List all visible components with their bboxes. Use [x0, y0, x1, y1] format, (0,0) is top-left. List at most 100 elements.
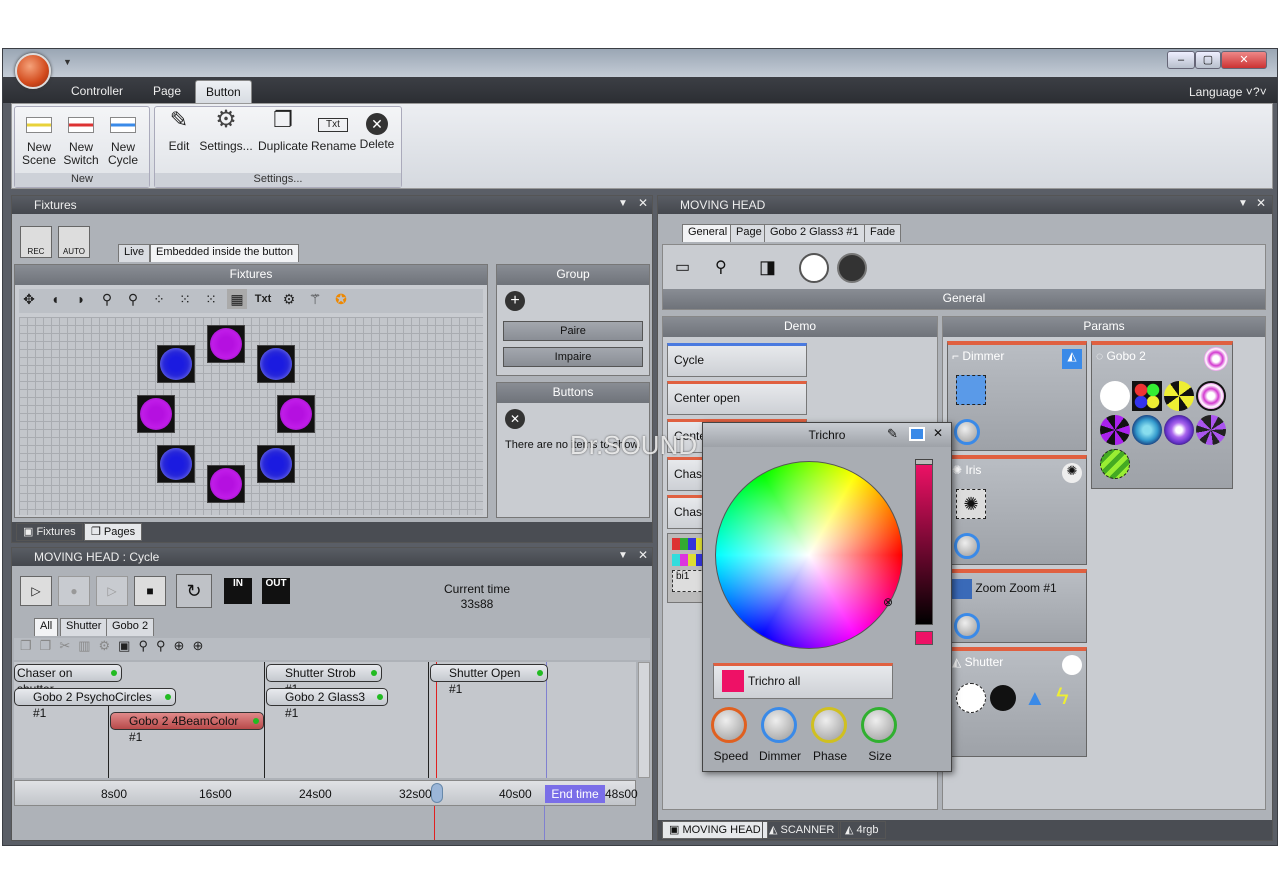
gobo-4beam[interactable]	[1132, 381, 1162, 411]
new-scene-button[interactable]: New Scene	[21, 113, 57, 167]
add-group-icon[interactable]: +	[505, 291, 525, 311]
panel-close-icon[interactable]: ✕	[1256, 196, 1266, 210]
end-time-marker[interactable]: End time	[545, 785, 605, 803]
gobo-flower[interactable]	[1132, 415, 1162, 445]
track-gobo-glass3[interactable]: Gobo 2 Glass3 #1	[266, 688, 388, 720]
trash-icon[interactable]: ▥	[78, 638, 98, 653]
iris-value[interactable]: ✺	[956, 489, 986, 519]
duplicate-button[interactable]: ❐ Duplicate	[257, 109, 309, 153]
tab-embedded[interactable]: Embedded inside the button	[150, 244, 299, 262]
tab-shutter[interactable]: Shutter	[60, 618, 108, 636]
remove-button-icon[interactable]: ✕	[505, 409, 525, 429]
add-track-icon[interactable]: ⊕	[174, 638, 193, 653]
track-shutter-strob[interactable]: Shutter Strob #1	[266, 664, 382, 696]
gobo-swirl[interactable]	[1164, 415, 1194, 445]
track-chaser-on-shutter[interactable]: Chaser on shutter	[14, 664, 122, 696]
rec-button[interactable]: REC	[20, 226, 52, 258]
rename-button[interactable]: Txt Rename	[311, 113, 356, 153]
play-button[interactable]: ▷	[20, 576, 52, 606]
grid-dots-icon[interactable]: ⁙	[175, 289, 195, 309]
gobo-burst[interactable]	[1100, 415, 1130, 445]
tab-gobo2[interactable]: Gobo 2	[106, 618, 155, 636]
tab-all[interactable]: All	[34, 618, 59, 636]
zoom-out-icon[interactable]: ⚲	[156, 638, 174, 653]
param-gobo2[interactable]: ◌ Gobo 2	[1091, 341, 1233, 489]
track-shutter-open[interactable]: Shutter Open #1	[430, 664, 548, 696]
playhead-handle[interactable]	[431, 783, 443, 803]
fixture-7[interactable]	[207, 465, 245, 503]
stop-button[interactable]: ■	[134, 576, 166, 606]
in-button[interactable]: IN	[224, 578, 252, 604]
gobo-glass3[interactable]	[1100, 449, 1130, 479]
tab-general[interactable]: General	[682, 224, 734, 242]
layout-icon[interactable]: ◨	[759, 257, 781, 279]
play-from-button[interactable]: ▷	[96, 576, 128, 606]
tab-fade[interactable]: Fade	[864, 224, 902, 242]
color-wheel[interactable]	[715, 461, 903, 649]
search-icon[interactable]: ⚲	[715, 257, 737, 279]
edit-button[interactable]: ✎ Edit	[163, 109, 195, 153]
move-icon[interactable]: ✥	[19, 289, 39, 309]
magic-wand-icon[interactable]: ⚚	[305, 289, 325, 309]
param-dimmer[interactable]: ⌐ Dimmer ◭	[947, 341, 1087, 451]
gear-icon[interactable]: ⚙	[279, 289, 299, 309]
settings-button[interactable]: ⚙ Settings...	[199, 108, 253, 153]
bottom-tab-pages[interactable]: ❐ Pages	[84, 523, 143, 541]
maximize-button[interactable]: ▢	[1195, 51, 1221, 69]
white-circle-button[interactable]	[799, 253, 829, 283]
group-impaire[interactable]: Impaire	[503, 347, 643, 367]
pin-icon[interactable]: ✎	[887, 426, 898, 442]
fixture-5[interactable]	[277, 395, 315, 433]
color-picker-cursor[interactable]: ⊗	[883, 595, 893, 609]
trichro-all-button[interactable]: Trichro all	[713, 663, 893, 699]
copy-icon[interactable]: ❐	[20, 638, 40, 653]
grid-dots-light-icon[interactable]: ⁙	[201, 289, 221, 309]
trichro-close-icon[interactable]: ✕	[933, 426, 943, 440]
shutter-closed[interactable]	[990, 685, 1016, 711]
close-window-button[interactable]: ✕	[1221, 51, 1267, 69]
status-tab-4rgb[interactable]: ◭ 4rgb	[838, 821, 886, 839]
panel-close-icon[interactable]: ✕	[638, 548, 648, 562]
gobo-spiral[interactable]	[1164, 381, 1194, 411]
window-mode-icon[interactable]	[909, 427, 925, 441]
shutter-strobe-icon[interactable]: ▲	[1024, 685, 1046, 711]
record-button[interactable]: ●	[58, 576, 90, 606]
tab-page[interactable]: Page	[730, 224, 768, 242]
brightness-slider[interactable]	[915, 463, 933, 625]
phase-knob[interactable]	[811, 707, 847, 743]
tab-controller[interactable]: Controller	[61, 80, 133, 103]
fixture-4[interactable]	[137, 395, 175, 433]
gear-icon[interactable]: ⚙	[99, 638, 119, 653]
gobo-psychocircles[interactable]	[1196, 381, 1226, 411]
speed-knob[interactable]	[711, 707, 747, 743]
group-dots-icon[interactable]: ⁘	[149, 289, 169, 309]
fixture-8[interactable]	[257, 445, 295, 483]
brightness-handle[interactable]	[915, 459, 933, 465]
lightning-icon[interactable]: ϟ	[1056, 683, 1069, 711]
dimmer-value[interactable]	[956, 375, 986, 405]
cut-icon[interactable]: ✂	[59, 638, 78, 653]
dimmer-knob[interactable]	[761, 707, 797, 743]
mouse-ctrl-icon[interactable]: ◗	[71, 289, 91, 309]
shutter-open[interactable]	[956, 683, 986, 713]
grid-icon[interactable]: ▦	[227, 289, 247, 309]
delete-button[interactable]: ✕ Delete	[357, 113, 397, 151]
save-icon[interactable]: ▣	[118, 638, 138, 653]
add-item-icon[interactable]: ⊕	[192, 638, 211, 653]
mouse-icon[interactable]: ◖	[45, 289, 65, 309]
out-button[interactable]: OUT	[262, 578, 290, 604]
fixture-6[interactable]	[157, 445, 195, 483]
panel-menu-icon[interactable]: ▼	[618, 550, 628, 561]
status-tab-scanner[interactable]: ◭ SCANNER	[762, 821, 842, 839]
fixture-1[interactable]	[157, 345, 195, 383]
text-icon[interactable]: Txt	[253, 289, 273, 309]
tab-page[interactable]: Page	[143, 80, 191, 103]
paste-icon[interactable]: ❐	[40, 638, 60, 653]
gobo-rays[interactable]	[1196, 415, 1226, 445]
gobo-open[interactable]	[1100, 381, 1130, 411]
tab-live[interactable]: Live	[118, 244, 151, 262]
star-icon[interactable]: ✪	[331, 289, 351, 309]
panel-close-icon[interactable]: ✕	[638, 196, 648, 210]
panel-menu-icon[interactable]: ▼	[1238, 198, 1248, 209]
zoom-knob[interactable]	[954, 613, 980, 639]
